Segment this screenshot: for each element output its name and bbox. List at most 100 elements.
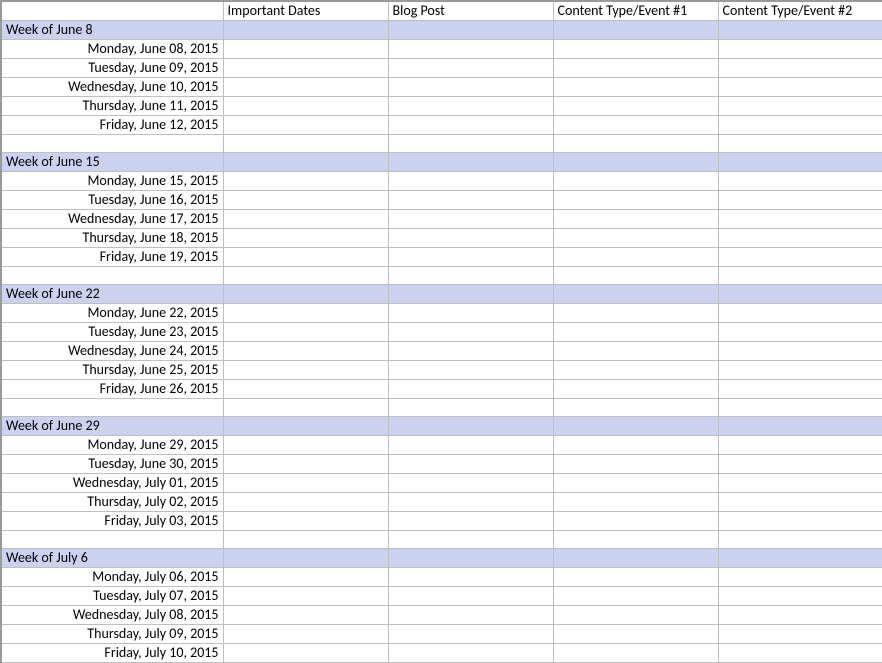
cell-content-2[interactable] (718, 380, 882, 399)
cell-blog-post[interactable] (388, 587, 553, 606)
cell-important-dates[interactable] (223, 97, 388, 116)
cell-content-1[interactable] (553, 172, 718, 191)
spacer-cell[interactable] (1, 267, 223, 285)
cell-content-2[interactable] (718, 116, 882, 135)
cell-content-1[interactable] (553, 97, 718, 116)
cell-blog-post[interactable] (388, 606, 553, 625)
week-header-cell[interactable] (388, 21, 553, 40)
spacer-cell[interactable] (388, 399, 553, 417)
cell-important-dates[interactable] (223, 304, 388, 323)
cell-important-dates[interactable] (223, 40, 388, 59)
spacer-cell[interactable] (553, 267, 718, 285)
cell-content-2[interactable] (718, 606, 882, 625)
cell-content-2[interactable] (718, 78, 882, 97)
cell-important-dates[interactable] (223, 625, 388, 644)
cell-content-2[interactable] (718, 59, 882, 78)
cell-content-1[interactable] (553, 229, 718, 248)
week-header-cell[interactable] (718, 21, 882, 40)
cell-content-1[interactable] (553, 342, 718, 361)
cell-important-dates[interactable] (223, 380, 388, 399)
spacer-cell[interactable] (1, 531, 223, 549)
spacer-cell[interactable] (223, 531, 388, 549)
cell-important-dates[interactable] (223, 210, 388, 229)
cell-content-1[interactable] (553, 587, 718, 606)
week-header-cell[interactable] (223, 549, 388, 568)
cell-blog-post[interactable] (388, 512, 553, 531)
cell-content-2[interactable] (718, 248, 882, 267)
spacer-cell[interactable] (388, 267, 553, 285)
cell-content-1[interactable] (553, 323, 718, 342)
cell-blog-post[interactable] (388, 40, 553, 59)
week-header-cell[interactable] (718, 549, 882, 568)
cell-important-dates[interactable] (223, 59, 388, 78)
cell-content-2[interactable] (718, 436, 882, 455)
week-header-cell[interactable] (388, 417, 553, 436)
cell-content-2[interactable] (718, 304, 882, 323)
cell-important-dates[interactable] (223, 606, 388, 625)
spacer-cell[interactable] (1, 399, 223, 417)
spacer-cell[interactable] (718, 531, 882, 549)
cell-content-1[interactable] (553, 78, 718, 97)
cell-blog-post[interactable] (388, 625, 553, 644)
cell-content-1[interactable] (553, 116, 718, 135)
cell-content-2[interactable] (718, 323, 882, 342)
week-header-cell[interactable] (223, 417, 388, 436)
week-header-cell[interactable] (388, 285, 553, 304)
cell-content-1[interactable] (553, 304, 718, 323)
cell-content-2[interactable] (718, 97, 882, 116)
cell-content-1[interactable] (553, 191, 718, 210)
cell-content-1[interactable] (553, 606, 718, 625)
cell-content-2[interactable] (718, 210, 882, 229)
cell-content-1[interactable] (553, 59, 718, 78)
cell-important-dates[interactable] (223, 644, 388, 663)
cell-content-1[interactable] (553, 568, 718, 587)
cell-content-2[interactable] (718, 474, 882, 493)
cell-content-1[interactable] (553, 474, 718, 493)
spacer-cell[interactable] (553, 531, 718, 549)
spacer-cell[interactable] (718, 267, 882, 285)
cell-content-2[interactable] (718, 342, 882, 361)
week-header-cell[interactable] (553, 21, 718, 40)
cell-blog-post[interactable] (388, 191, 553, 210)
cell-content-2[interactable] (718, 229, 882, 248)
spacer-cell[interactable] (223, 267, 388, 285)
cell-content-1[interactable] (553, 248, 718, 267)
week-header-cell[interactable] (388, 153, 553, 172)
cell-important-dates[interactable] (223, 323, 388, 342)
cell-content-2[interactable] (718, 40, 882, 59)
cell-blog-post[interactable] (388, 59, 553, 78)
spacer-cell[interactable] (718, 399, 882, 417)
cell-important-dates[interactable] (223, 512, 388, 531)
cell-content-2[interactable] (718, 512, 882, 531)
cell-important-dates[interactable] (223, 172, 388, 191)
spacer-cell[interactable] (553, 399, 718, 417)
spacer-cell[interactable] (1, 135, 223, 153)
spacer-cell[interactable] (388, 135, 553, 153)
week-header-cell[interactable] (553, 549, 718, 568)
cell-important-dates[interactable] (223, 248, 388, 267)
cell-blog-post[interactable] (388, 568, 553, 587)
cell-important-dates[interactable] (223, 455, 388, 474)
spacer-cell[interactable] (223, 135, 388, 153)
week-header-cell[interactable] (223, 21, 388, 40)
spacer-cell[interactable] (388, 531, 553, 549)
spacer-cell[interactable] (718, 135, 882, 153)
cell-content-1[interactable] (553, 361, 718, 380)
cell-content-2[interactable] (718, 191, 882, 210)
cell-blog-post[interactable] (388, 210, 553, 229)
week-header-cell[interactable] (388, 549, 553, 568)
cell-important-dates[interactable] (223, 116, 388, 135)
cell-blog-post[interactable] (388, 493, 553, 512)
cell-content-1[interactable] (553, 40, 718, 59)
spacer-cell[interactable] (223, 399, 388, 417)
cell-blog-post[interactable] (388, 304, 553, 323)
week-header-cell[interactable] (718, 285, 882, 304)
cell-blog-post[interactable] (388, 474, 553, 493)
cell-blog-post[interactable] (388, 248, 553, 267)
cell-important-dates[interactable] (223, 474, 388, 493)
cell-content-1[interactable] (553, 455, 718, 474)
cell-content-2[interactable] (718, 493, 882, 512)
cell-important-dates[interactable] (223, 436, 388, 455)
cell-blog-post[interactable] (388, 323, 553, 342)
cell-blog-post[interactable] (388, 644, 553, 663)
